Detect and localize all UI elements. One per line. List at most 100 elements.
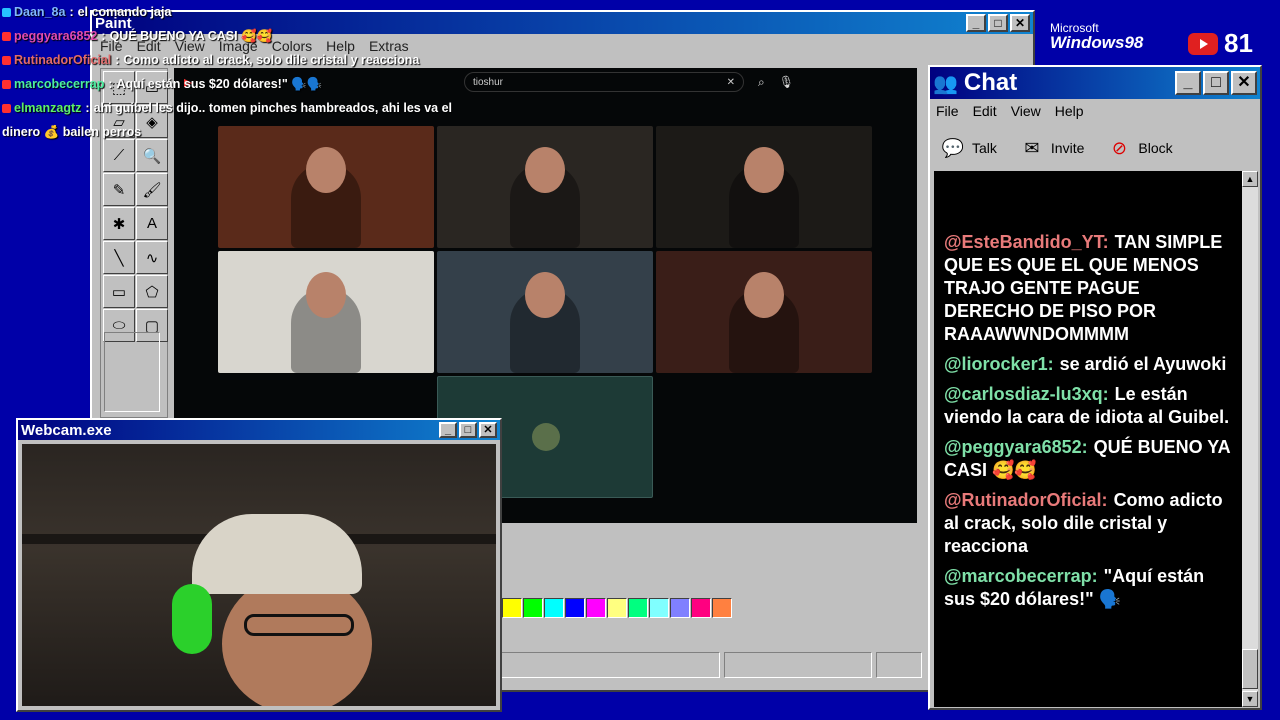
pencil-icon: ✎ — [112, 181, 126, 199]
avatar — [532, 423, 560, 451]
clear-icon[interactable]: ✕ — [727, 77, 735, 88]
maximize-button[interactable]: □ — [1203, 71, 1229, 95]
overlay-chat-line: marcobecerrap: Aquí están sus $20 dólares… — [2, 72, 532, 96]
talk-icon: 💬 — [941, 137, 965, 158]
overlay-chat-user: marcobecerrap — [14, 77, 105, 91]
color-swatch[interactable] — [670, 598, 690, 618]
menu-help[interactable]: Help — [1055, 103, 1084, 119]
line-tool[interactable]: ╲ — [103, 241, 135, 274]
participant-video[interactable] — [656, 126, 872, 248]
chat-username[interactable]: @carlosdiaz-lu3xq: — [944, 384, 1109, 404]
menu-view[interactable]: View — [1011, 103, 1041, 119]
line-icon: ╲ — [114, 249, 124, 267]
color-swatch[interactable] — [586, 598, 606, 618]
scroll-thumb[interactable] — [1242, 649, 1258, 689]
minimize-button[interactable]: _ — [439, 422, 457, 438]
overlay-chat-separator: : — [108, 77, 113, 91]
participant-head — [744, 272, 784, 318]
close-button[interactable]: ✕ — [479, 422, 497, 438]
participant-head — [525, 147, 565, 193]
chat-username[interactable]: @liorocker1: — [944, 354, 1054, 374]
chat-username[interactable]: @RutinadorOficial: — [944, 490, 1108, 510]
invite-icon: ✉ — [1024, 137, 1040, 158]
polygon-tool[interactable]: ⬠ — [136, 275, 168, 308]
chat-messages: @EsteBandido_YT: TAN SIMPLE QUE ES QUE EL… — [934, 171, 1242, 707]
color-swatch[interactable] — [544, 598, 564, 618]
curve-tool[interactable]: ∿ — [136, 241, 168, 274]
pencil-tool[interactable]: ✎ — [103, 173, 135, 206]
chat-window: 👥 Chat _ □ ✕ File Edit View Help 💬 Talk … — [928, 65, 1262, 710]
close-button[interactable]: ✕ — [1231, 71, 1257, 95]
block-label: Block — [1138, 140, 1173, 156]
chat-titlebar[interactable]: 👥 Chat _ □ ✕ — [930, 67, 1260, 99]
webcam-feed — [22, 444, 496, 706]
microphone-icon[interactable]: 🎙 — [779, 75, 794, 89]
overlay-chat-separator: : — [69, 5, 74, 19]
minimize-button[interactable]: _ — [966, 14, 986, 32]
chat-menubar: File Edit View Help — [930, 99, 1260, 123]
scroll-up-icon[interactable]: ▲ — [1242, 171, 1258, 187]
brush-tool[interactable]: 🖌 — [136, 173, 168, 206]
participant-video[interactable] — [656, 251, 872, 373]
streamer-hat — [192, 514, 362, 594]
menu-edit[interactable]: Edit — [973, 103, 997, 119]
chat-username[interactable]: @marcobecerrap: — [944, 566, 1098, 586]
talk-button[interactable]: 💬 Talk — [940, 136, 997, 160]
color-swatch[interactable] — [649, 598, 669, 618]
chat-username[interactable]: @peggyara6852: — [944, 437, 1088, 457]
tool-options-panel — [104, 332, 160, 412]
menu-file[interactable]: File — [936, 103, 959, 119]
overlay-chat-user: RutinadorOficial — [14, 53, 112, 67]
search-icon[interactable]: ⌕ — [758, 75, 765, 90]
participant-head — [525, 272, 565, 318]
block-button[interactable]: ⊘ Block — [1106, 136, 1173, 160]
participant-video[interactable] — [437, 126, 653, 248]
overlay-chat-separator: : — [115, 53, 120, 67]
chat-username[interactable]: @EsteBandido_YT: — [944, 232, 1109, 252]
text-icon: A — [146, 215, 157, 232]
text-tool[interactable]: A — [136, 207, 168, 240]
color-swatch[interactable] — [502, 598, 522, 618]
chat-message: @liorocker1: se ardió el Ayuwoki — [944, 353, 1234, 376]
status-cell — [500, 652, 720, 678]
participant-video[interactable] — [218, 251, 434, 373]
viewer-counter: 81 — [1188, 28, 1253, 59]
overlay-chat-user: Daan_8a — [14, 5, 66, 19]
status-cell — [724, 652, 872, 678]
overlay-chat-line: dinero 💰 bailen perros — [2, 120, 532, 144]
color-swatch[interactable] — [565, 598, 585, 618]
chat-text: se ardió el Ayuwoki — [1059, 354, 1227, 374]
overlay-chat: Daan_8a: el comando jaja peggyara6852: QUÉ … — [2, 0, 532, 144]
maximize-button[interactable]: □ — [459, 422, 477, 438]
airbrush-tool[interactable]: ✱ — [103, 207, 135, 240]
airbrush-icon: ✱ — [112, 215, 126, 233]
color-swatch[interactable] — [691, 598, 711, 618]
color-swatch[interactable] — [712, 598, 732, 618]
webcam-title: Webcam.exe — [21, 421, 112, 439]
scroll-down-icon[interactable]: ▼ — [1242, 691, 1258, 707]
participant-video[interactable] — [437, 251, 653, 373]
invite-button[interactable]: ✉ Invite — [1019, 136, 1084, 160]
minimize-button[interactable]: _ — [1175, 71, 1201, 95]
rectangle-tool[interactable]: ▭ — [103, 275, 135, 308]
chat-message: @RutinadorOficial: Como adicto al crack, … — [944, 489, 1234, 558]
color-swatch[interactable] — [607, 598, 627, 618]
color-swatch[interactable] — [523, 598, 543, 618]
overlay-chat-line: RutinadorOficial: Como adicto al crack, s… — [2, 48, 532, 72]
rectangle-icon: ▭ — [111, 283, 127, 301]
overlay-chat-line: elmanzagtz: ahi guibel les dijo.. tomen p… — [2, 96, 532, 120]
maximize-button[interactable]: □ — [988, 14, 1008, 32]
close-button[interactable]: ✕ — [1010, 14, 1030, 32]
users-icon: 👥 — [933, 72, 958, 95]
overlay-chat-text: ahi guibel les dijo.. tomen pinches hamb… — [93, 101, 452, 115]
color-swatch[interactable] — [628, 598, 648, 618]
overlay-chat-separator: : — [101, 29, 106, 43]
chat-message: @carlosdiaz-lu3xq: Le están viendo la car… — [944, 383, 1234, 429]
block-icon: ⊘ — [1111, 137, 1127, 158]
windows98-logo: Microsoft Windows98 — [1050, 22, 1143, 52]
chat-toolbar: 💬 Talk ✉ Invite ⊘ Block — [930, 123, 1260, 173]
webcam-titlebar[interactable]: Webcam.exe _ □ ✕ — [18, 420, 500, 440]
invite-label: Invite — [1050, 140, 1085, 156]
participant-video[interactable] — [218, 126, 434, 248]
chat-scrollbar[interactable]: ▲ ▼ — [1242, 171, 1258, 707]
